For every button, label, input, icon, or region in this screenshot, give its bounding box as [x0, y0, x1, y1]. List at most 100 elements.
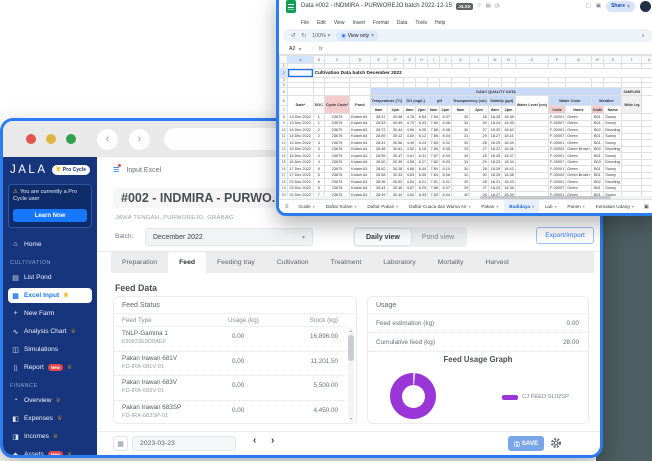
tab-preparation[interactable]: Preparation [111, 252, 168, 273]
zoom-control[interactable]: 100% ▾ [312, 32, 330, 39]
sheet-column-header[interactable]: P [549, 56, 566, 64]
calendar-icon[interactable]: ▦ [113, 436, 128, 451]
menu-icon[interactable]: ≡ [113, 165, 119, 175]
cell-reference-box[interactable]: A2 [289, 46, 295, 52]
cumulative-feed-value: 28.00 [563, 339, 579, 346]
pond-view-toggle[interactable]: Pond view [411, 229, 465, 245]
sheet-tab-lab[interactable]: Lab▾ [540, 200, 562, 213]
tab-laboratory[interactable]: Laboratory [372, 252, 427, 273]
sidebar-item-report[interactable]: ▯ReportNew♕ [8, 360, 92, 375]
sheet-column-header[interactable]: H [416, 56, 428, 64]
sheet-tab-daftar-pakan[interactable]: Daftar Pakan▾ [362, 200, 403, 213]
view-only-pill[interactable]: ◉ View only ▾ [336, 31, 379, 41]
sheet-column-header[interactable]: N [502, 56, 516, 64]
daily-view-toggle[interactable]: Daily view [355, 229, 411, 245]
sidebar-item-incomes[interactable]: ◨Incomes♕ [8, 429, 92, 444]
menu-view[interactable]: View [334, 20, 345, 26]
menu-tools[interactable]: Tools [415, 20, 427, 26]
sheet-tab-daftar-cuaca-dan-warna-air[interactable]: Daftar Cuaca dan Warna Air▾ [404, 200, 475, 213]
export-import-button[interactable]: Export/Import [536, 227, 594, 244]
sheet-tab-kematian-udang[interactable]: Kematian Udang▾ [591, 200, 639, 213]
comment-icon[interactable]: ▢ [586, 3, 591, 9]
menu-help[interactable]: Help [435, 20, 445, 26]
sheet-column-header[interactable]: T [622, 56, 642, 64]
toolbar-collapse-icon[interactable]: ∧ [641, 33, 645, 39]
sidebar-item-home[interactable]: ⌂Home [8, 237, 92, 252]
sheet-column-header[interactable]: S [604, 56, 622, 64]
sidebar-item-list-pond[interactable]: ▤List Pond [8, 270, 92, 285]
tab-feed[interactable]: Feed [168, 252, 206, 273]
tab-treatment[interactable]: Treatment [320, 252, 373, 273]
star-icon[interactable]: ☆ [477, 3, 482, 9]
sheet-column-header[interactable]: I [428, 56, 440, 64]
menu-format[interactable]: Format [373, 20, 389, 26]
account-avatar[interactable] [640, 1, 651, 12]
previous-day-button[interactable]: ‹ [253, 435, 256, 446]
sheet-column-header[interactable]: B [313, 56, 324, 64]
history-icon[interactable]: ◷ [495, 3, 500, 9]
sheet-tab-daftar-kolam[interactable]: Daftar Kolam▾ [321, 200, 362, 213]
sidebar-item-analysis-chart[interactable]: ∿Analysis Chart♕ [8, 324, 92, 339]
sidebar-item-excel-input[interactable]: ▦Excel Input♕ [8, 288, 92, 303]
redo-icon[interactable]: ↻ [302, 33, 307, 39]
meet-icon[interactable]: ▣ [596, 3, 601, 9]
keyboard-icon[interactable]: ▣ [644, 204, 649, 210]
sheet-column-header[interactable]: Q [566, 56, 591, 64]
sheet-cell [642, 96, 652, 114]
browser-back-button[interactable]: ‹ [97, 129, 118, 150]
sheet-tab-guide[interactable]: Guide▾ [294, 200, 320, 213]
sheet-column-header[interactable]: M [488, 56, 502, 64]
vertical-scrollbar[interactable]: ▴ ▾ [348, 328, 354, 421]
tab-cultivation[interactable]: Cultivation [266, 252, 320, 273]
sidebar-item-overview[interactable]: ◔Overview♕ [8, 393, 92, 408]
menu-file[interactable]: File [301, 20, 309, 26]
batch-title-dropdown[interactable]: #002 - INDMIRA - PURWO...▾ [113, 188, 299, 208]
sheet-tab-panen[interactable]: Panen▾ [562, 200, 589, 213]
sheet-column-header[interactable]: O [515, 56, 548, 64]
sidebar-item-new-farm[interactable]: +New Farm [8, 306, 92, 321]
browser-forward-button[interactable]: › [129, 129, 150, 150]
all-sheets-icon[interactable]: ≡ [285, 204, 289, 210]
sheet-column-header[interactable]: A [288, 56, 313, 64]
sheet-column-header[interactable]: D [350, 56, 371, 64]
sheet-column-header[interactable]: C [325, 56, 350, 64]
sheet-column-header[interactable]: E [370, 56, 387, 64]
sheet-column-header[interactable]: L [470, 56, 488, 64]
sheet-column-header[interactable]: F [387, 56, 404, 64]
settings-gear-icon[interactable] [550, 437, 562, 449]
scrollbar-thumb[interactable] [348, 335, 354, 361]
sheet-column-header[interactable]: J [439, 56, 451, 64]
window-close-button[interactable] [26, 134, 36, 144]
undo-icon[interactable]: ↺ [291, 33, 296, 39]
date-input[interactable]: 2023-03-23 [132, 436, 236, 451]
sidebar-item-expenses[interactable]: ◧Expenses♕ [8, 411, 92, 426]
sheet-column-header[interactable]: U [642, 56, 652, 64]
sheet-corner[interactable] [280, 56, 288, 64]
next-day-button[interactable]: › [271, 435, 274, 446]
menu-data[interactable]: Data [397, 20, 408, 26]
tab-feeding-tray[interactable]: Feeding tray [206, 252, 266, 273]
window-minimize-button[interactable] [46, 134, 56, 144]
sheet-tab-pakan[interactable]: Pakan▾ [476, 200, 503, 213]
window-maximize-button[interactable] [66, 134, 76, 144]
menu-insert[interactable]: Insert [352, 20, 365, 26]
tab-harvest[interactable]: Harvest [474, 252, 519, 273]
sidebar-item-simulations[interactable]: ◫Simulations [8, 342, 92, 357]
menu-edit[interactable]: Edit [317, 20, 326, 26]
sheet-tab-budidaya[interactable]: Budidaya▾ [504, 200, 539, 213]
sheet-column-header[interactable]: R [591, 56, 604, 64]
sidebar-item-assets[interactable]: ◆AssetsNew♕ [8, 447, 92, 455]
view-toggle: Daily view Pond view [353, 227, 467, 247]
learn-now-button[interactable]: Learn Now [13, 209, 87, 222]
scroll-up-icon[interactable]: ▴ [348, 328, 354, 333]
jala-logo: JALA [10, 164, 48, 176]
save-button[interactable]: SAVE [508, 436, 544, 451]
move-icon[interactable]: ▤ [486, 3, 491, 9]
tab-mortality[interactable]: Mortality [427, 252, 475, 273]
batch-select[interactable]: December 2022 ▾ [145, 228, 313, 246]
scroll-down-icon[interactable]: ▾ [348, 416, 354, 421]
sheet-column-header[interactable]: G [404, 56, 416, 64]
sheet-column-header[interactable]: K [451, 56, 469, 64]
share-button[interactable]: Share ▾ [606, 1, 635, 12]
screenshot-canvas: ‹ › JALA ♕ Pro Cycle ⚠You are currently … [0, 0, 652, 461]
